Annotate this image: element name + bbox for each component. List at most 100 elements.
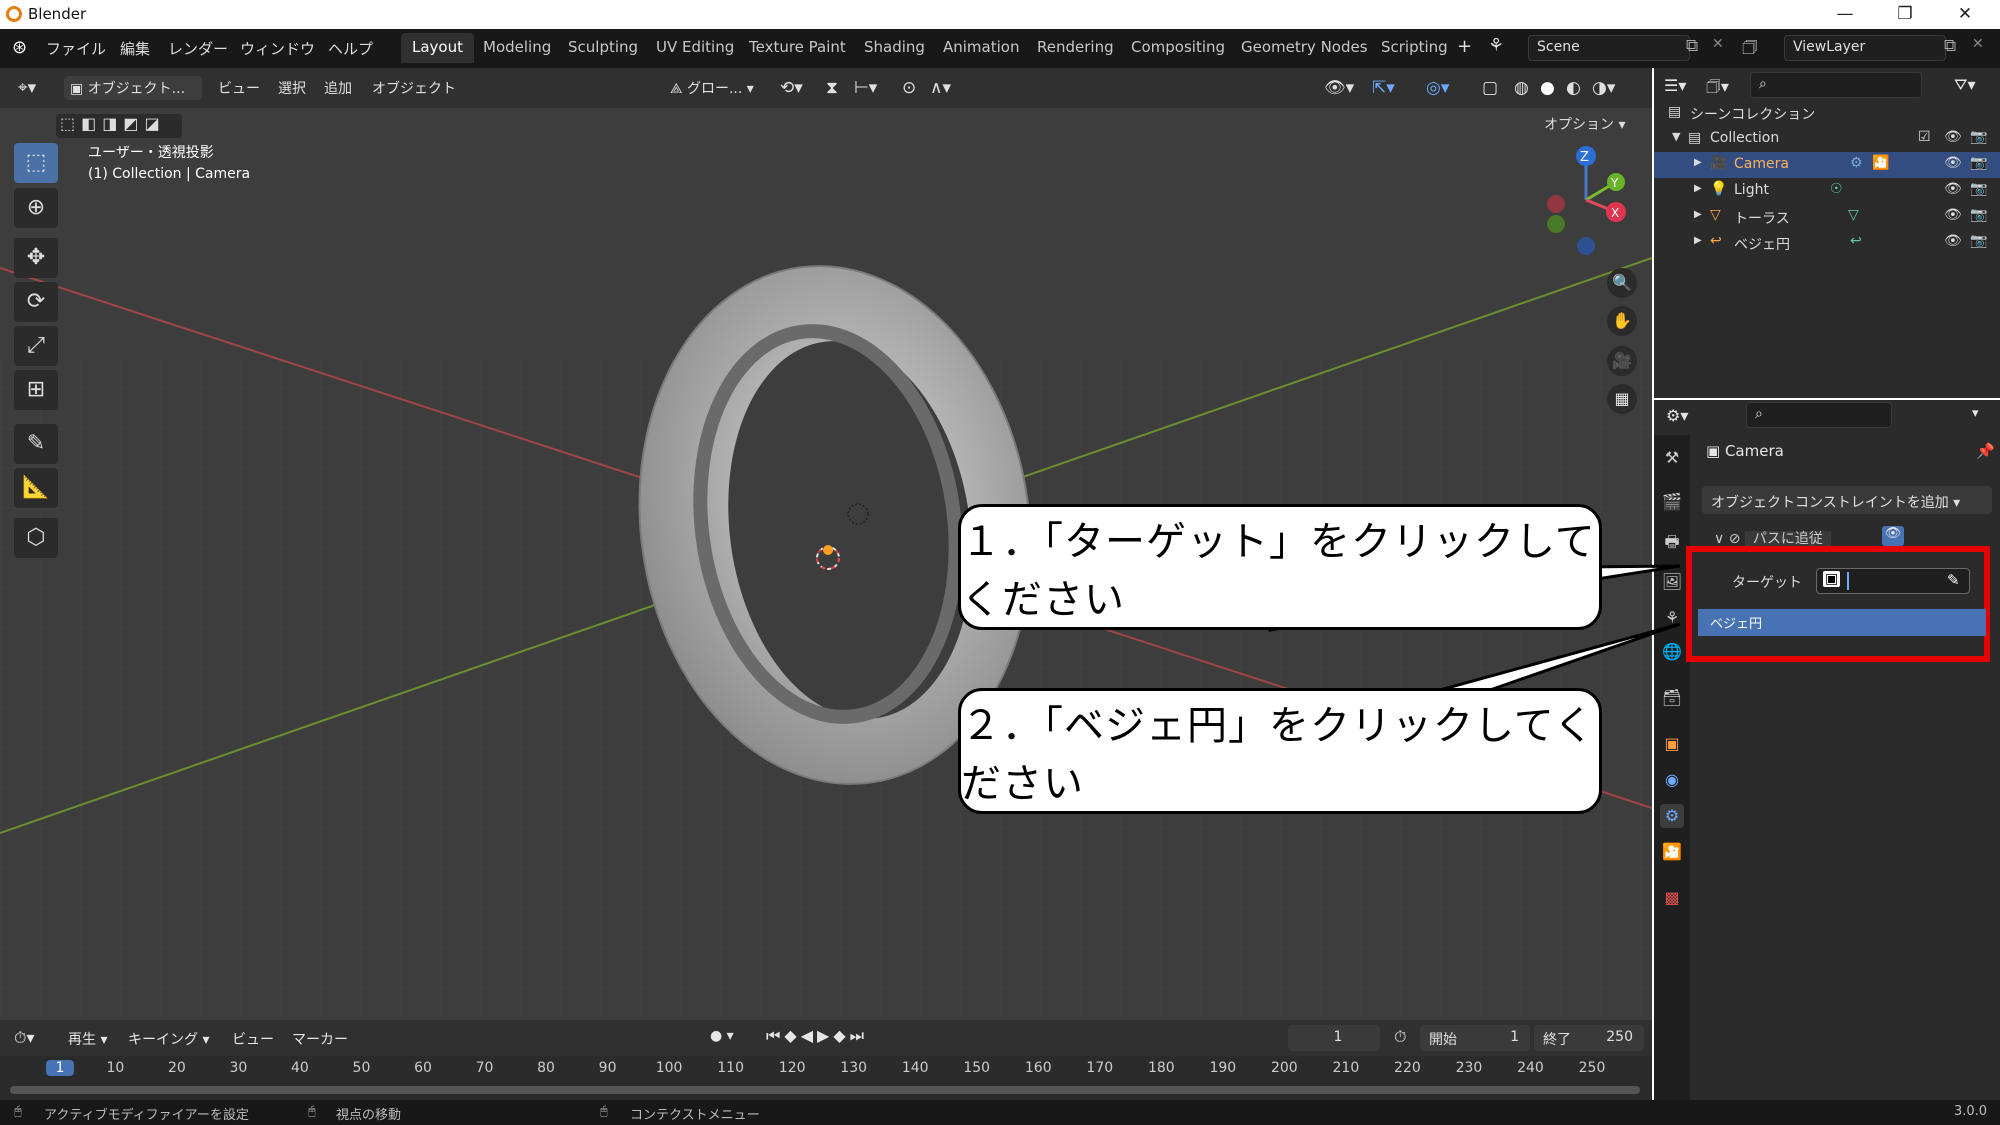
scale-tool[interactable]: ⤢ [14,326,58,366]
properties-options-icon[interactable]: ▾ [1972,406,1979,421]
collection-expand-icon[interactable]: ▼ [1672,130,1680,143]
measure-tool[interactable]: 📐 [14,468,58,508]
tab-sculpting[interactable]: Sculpting [557,33,649,63]
tab-modeling[interactable]: Modeling [472,33,562,63]
target-field[interactable]: ▣ ✎ [1816,568,1970,594]
timeline-editor-icon[interactable]: ⏱▾ [14,1028,35,1048]
menu-render[interactable]: レンダー [168,38,228,59]
solid-shading-icon[interactable]: ● [1534,76,1561,100]
collection-visibility-icon[interactable]: 👁 [1944,129,1962,145]
tab-texture-paint[interactable]: Texture Paint [738,33,857,63]
menu-object[interactable]: オブジェクト [366,76,462,100]
maximize-button[interactable]: ❐ [1882,2,1928,26]
camera-visibility-icon[interactable]: 👁 [1944,155,1962,171]
play-icon[interactable]: ▶ [817,1026,833,1045]
torus-render-icon[interactable]: 📷 [1970,207,1987,223]
rendered-shading-icon[interactable]: ◑▾ [1586,76,1621,100]
perspective-toggle-icon[interactable]: ▦ [1607,384,1637,414]
menu-select[interactable]: 選択 [272,76,312,100]
menu-window[interactable]: ウィンドウ [240,38,315,59]
properties-editor-icon[interactable]: ⚙▾ [1666,406,1688,425]
outliner-search-input[interactable]: ⌕ [1750,72,1922,98]
tool-tab-icon[interactable]: ⚒ [1660,446,1684,470]
pan-hand-icon[interactable]: ✋ [1607,306,1637,336]
xray-icon[interactable]: ▢ [1476,76,1504,100]
tab-geometry-nodes[interactable]: Geometry Nodes [1230,33,1379,63]
tab-layout[interactable]: Layout [401,33,474,63]
play-reverse-icon[interactable]: ◀ [801,1026,817,1045]
constraint-tab-icon[interactable]: ⚙ [1660,804,1684,828]
filter-icon[interactable]: ⛛▾ [1954,75,1975,95]
eyedropper-icon[interactable]: ✎ [1947,571,1960,589]
texture-tab-icon[interactable]: ▩ [1660,886,1684,910]
collection-render-icon[interactable]: 📷 [1970,129,1987,145]
prev-keyframe-icon[interactable]: ◆ [784,1026,800,1045]
blender-menu-icon[interactable]: ⊛ [12,37,27,58]
bezier-render-icon[interactable]: 📷 [1970,233,1987,249]
editor-type-icon[interactable]: ⌖▾ [12,76,42,100]
camera-render-icon[interactable]: 📷 [1970,155,1987,171]
outliner-row-torus[interactable]: ▶ ▽ トーラス ▽ 👁 📷 [1654,204,2000,230]
pin-icon[interactable]: 📌 [1976,442,1995,460]
snap-icon[interactable]: ⧗ [820,76,844,100]
material-shading-icon[interactable]: ◐ [1560,76,1587,100]
mode-select[interactable]: ▣ オブジェクト... [64,76,202,100]
jump-end-icon[interactable]: ⏭ [850,1026,868,1045]
current-frame-field[interactable]: 1 [1288,1025,1380,1051]
camera-origin[interactable] [823,545,833,555]
pivot-icon[interactable]: ⟲▾ [774,76,809,100]
annotate-tool[interactable]: ✎ [14,424,58,464]
outliner-editor-icon[interactable]: ☰▾ [1664,76,1686,95]
output-tab-icon[interactable]: 🖶 [1660,530,1684,554]
light-expand-icon[interactable]: ▶ [1694,183,1702,194]
jump-start-icon[interactable]: ⏮ [766,1026,784,1045]
transform-orientation-select[interactable]: ⟁ グロー... ▾ [664,76,760,100]
camera-expand-icon[interactable]: ▶ [1694,157,1702,168]
add-cube-tool[interactable]: ⬡ [14,518,58,558]
outliner-row-collection[interactable]: ▼ ▤ Collection ☑ 👁 📷 [1654,126,2000,152]
outliner-row-scene-collection[interactable]: ▤ シーンコレクション [1654,100,2000,126]
transform-tool[interactable]: ⊞ [14,370,58,410]
menu-file[interactable]: ファイル [46,38,106,59]
menu-add[interactable]: 追加 [318,76,358,100]
render-tab-icon[interactable]: 🎬 [1660,490,1684,514]
add-workspace-button[interactable]: + [1457,36,1472,57]
next-keyframe-icon[interactable]: ◆ [833,1026,849,1045]
scene-icon[interactable]: ⚘ [1488,35,1504,56]
move-tool[interactable]: ✥ [14,238,58,278]
marker-menu[interactable]: マーカー [292,1029,348,1049]
timeline-scrollbar[interactable] [10,1086,1640,1094]
proportional-edit-icon[interactable]: ⊙ [896,76,922,100]
light-visibility-icon[interactable]: 👁 [1944,181,1962,197]
constraint-collapse-icon[interactable]: ∨ ⊘ [1714,531,1745,547]
tab-animation[interactable]: Animation [932,33,1030,63]
display-mode-icon[interactable]: 🗇▾ [1706,76,1729,103]
menu-edit[interactable]: 編集 [120,38,150,59]
snap-target-icon[interactable]: ⊢▾ [848,76,883,100]
new-scene-icon[interactable]: ⧉ [1686,36,1698,56]
constraint-name-field[interactable]: パスに追従 [1744,531,1831,547]
falloff-icon[interactable]: ∧▾ [924,76,957,100]
light-render-icon[interactable]: 📷 [1970,181,1987,197]
collection-checkbox-icon[interactable]: ☑ [1918,129,1931,145]
preview-range-icon[interactable]: ⏱ [1394,1027,1406,1047]
bezier-visibility-icon[interactable]: 👁 [1944,233,1962,249]
tab-shading[interactable]: Shading [853,33,936,63]
wireframe-shading-icon[interactable]: ◍ [1508,76,1535,100]
camera-view-icon[interactable]: 🎥 [1607,346,1637,376]
constraint-enable-icon[interactable]: 👁 [1882,526,1904,546]
options-dropdown[interactable]: オプション ▾ [1544,114,1640,138]
timeline-view-menu[interactable]: ビュー [232,1029,274,1049]
cursor-tool[interactable]: ⊕ [14,188,58,228]
rotate-tool[interactable]: ⟳ [14,282,58,322]
tab-compositing[interactable]: Compositing [1120,33,1236,63]
overlay-toggle-icon[interactable]: ◎▾ [1420,76,1455,100]
gizmo-toggle-icon[interactable]: ⇱▾ [1366,76,1401,100]
end-frame-field[interactable]: 終了 250 [1534,1025,1644,1051]
physics-tab-icon[interactable]: ◉ [1660,768,1684,792]
start-frame-field[interactable]: 開始 1 [1420,1025,1530,1051]
select-new-icon[interactable]: ⬚ [60,114,81,133]
select-subtract-icon[interactable]: ◨ [102,114,123,133]
viewlayer-icon[interactable]: 🗇 [1742,35,1758,64]
menu-help[interactable]: ヘルプ [328,38,373,59]
